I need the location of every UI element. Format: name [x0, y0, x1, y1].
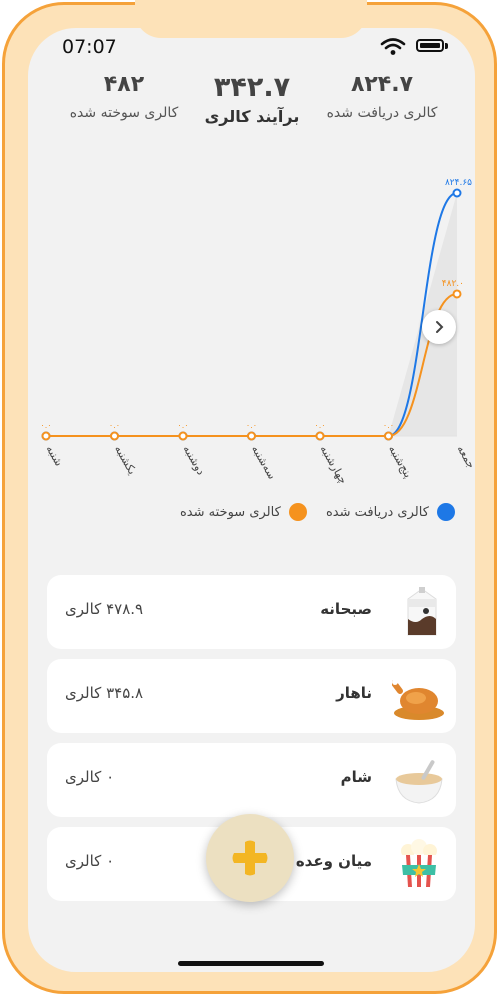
legend-intake-dot — [436, 503, 455, 521]
add-meal-button[interactable] — [206, 814, 294, 902]
legend-burned-dot — [288, 503, 307, 521]
data-point — [452, 188, 462, 198]
legend-burned: کالری سوخته شده — [180, 500, 307, 524]
meal-name: صبحانه — [320, 600, 372, 618]
point-label-intake: ۸۲۴.۶۵ — [445, 178, 472, 188]
point-label-zero: ۰.۰ — [246, 421, 257, 430]
chevron-right-icon — [436, 321, 444, 333]
x-tick-label: چهارشنبه — [317, 443, 349, 486]
data-point — [41, 431, 51, 441]
plus-icon — [232, 840, 268, 876]
point-label-zero: ۰.۰ — [109, 421, 120, 430]
legend-burned-label: کالری سوخته شده — [180, 504, 281, 520]
calorie-chart-svg: ۸۲۴.۶۵ ۴۸۲.۰ ۰.۰ ۰.۰ ۰.۰ ۰.۰ ۰.۰ ۰.۰ جمعه پنج‌شنب… — [40, 178, 477, 486]
x-tick-label: دوشنبه — [180, 443, 207, 477]
legend-intake-label: کالری دریافت شده — [326, 504, 429, 520]
meal-name: ناهار — [336, 684, 372, 702]
x-tick-label: یکشنبه — [112, 443, 139, 477]
popcorn-icon — [401, 839, 437, 887]
calorie-chart: ۸۲۴.۶۵ ۴۸۲.۰ ۰.۰ ۰.۰ ۰.۰ ۰.۰ ۰.۰ ۰.۰ جمعه پنج‌شنب… — [0, 0, 503, 560]
home-indicator — [178, 961, 324, 966]
x-tick-label: پنج‌شنبه — [386, 443, 415, 480]
x-tick-label: جمعه — [454, 443, 477, 471]
meal-calories: ۰ کالری — [65, 852, 115, 870]
point-label-zero: ۰.۰ — [383, 421, 394, 430]
milk-carton-icon — [407, 587, 437, 636]
meal-name: شام — [340, 768, 372, 786]
x-tick-label: سه‌شنبه — [249, 443, 279, 481]
series-line-0 — [46, 192, 458, 438]
meal-name: میان وعده — [295, 852, 372, 870]
x-tick-label: شنبه — [43, 443, 65, 468]
data-point — [315, 431, 325, 441]
meal-calories: ۰ کالری — [65, 768, 115, 786]
chart-next-button[interactable] — [422, 310, 456, 344]
meal-card-breakfast[interactable]: ۴۷۸.۹ کالری صبحانه — [47, 575, 456, 649]
point-label-zero: ۰.۰ — [40, 421, 51, 430]
legend-intake: کالری دریافت شده — [326, 500, 455, 524]
point-label-burned: ۴۸۲.۰ — [442, 279, 464, 289]
point-label-zero: ۰.۰ — [177, 421, 188, 430]
meal-calories: ۳۴۵.۸ کالری — [65, 684, 144, 702]
data-point — [384, 431, 393, 441]
meal-card-dinner[interactable]: ۰ کالری شام — [47, 743, 456, 817]
point-label-zero: ۰.۰ — [314, 421, 325, 430]
meal-calories: ۴۷۸.۹ کالری — [65, 600, 144, 618]
soup-bowl-icon — [395, 760, 443, 804]
data-point — [110, 431, 119, 441]
data-point — [247, 431, 256, 441]
data-point — [452, 289, 462, 299]
data-point — [178, 431, 188, 441]
roast-chicken-icon — [392, 679, 444, 720]
meal-card-lunch[interactable]: ۳۴۵.۸ کالری ناهار — [47, 659, 456, 733]
